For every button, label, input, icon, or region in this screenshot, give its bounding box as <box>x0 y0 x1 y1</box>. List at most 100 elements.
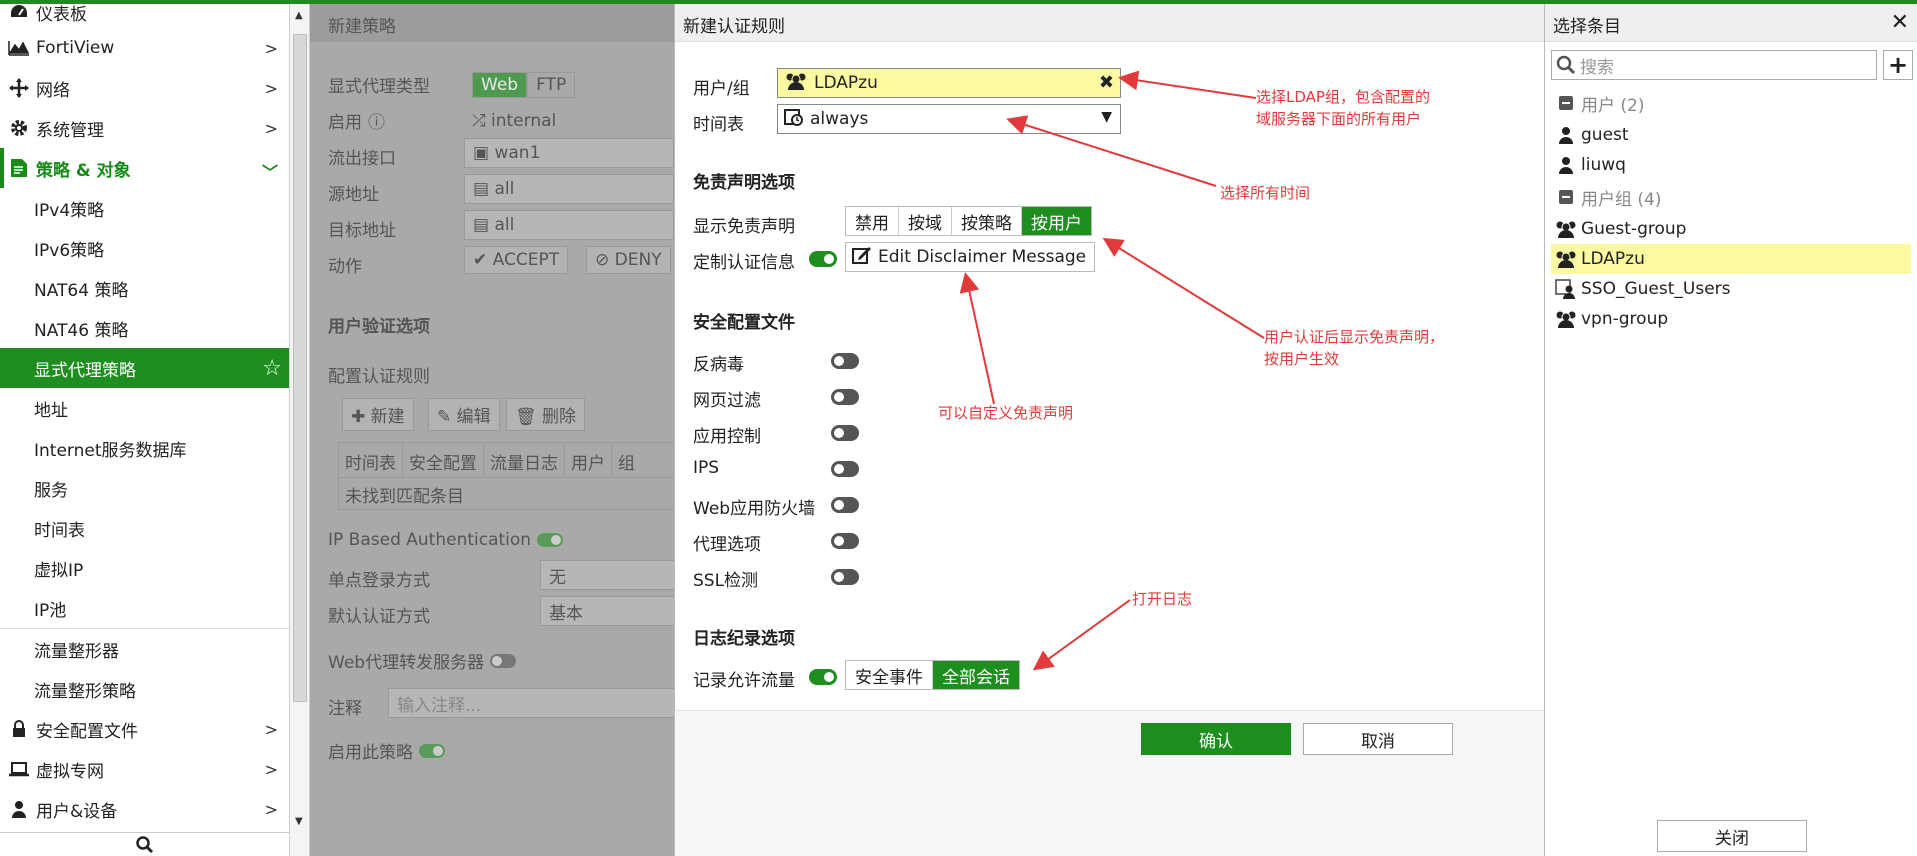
log-allowed-toggle[interactable] <box>809 669 837 685</box>
webfilter-toggle[interactable] <box>831 389 859 405</box>
accept-button[interactable]: ✔ ACCEPT <box>464 246 569 274</box>
sidebar-item-label: 时间表 <box>34 520 85 541</box>
sidebar-item-user-device[interactable]: 用户&设备 > <box>0 789 289 829</box>
security-profiles-heading: 安全配置文件 <box>693 313 795 333</box>
sidebar-item-schedules[interactable]: 时间表 <box>0 508 289 548</box>
enable-row: 启用 ⓘ ⤮ internal <box>328 108 556 134</box>
sso-select[interactable]: 无 <box>540 560 674 590</box>
users-group-header[interactable]: 用户 (2) <box>1551 88 1911 118</box>
web-forward-toggle[interactable] <box>490 653 517 668</box>
sidebar-item-explicit-proxy-policy[interactable]: 显式代理策略 ☆ <box>0 348 289 388</box>
proxy-web-option[interactable]: Web <box>472 71 528 98</box>
user-icon <box>6 800 32 818</box>
deny-button[interactable]: ⊘ DENY <box>586 246 671 274</box>
disclaimer-option-user[interactable]: 按用户 <box>1022 207 1091 235</box>
ssl-inspection-toggle[interactable] <box>831 569 859 585</box>
sidebar-item-traffic-shapers[interactable]: 流量整形器 <box>0 629 289 669</box>
list-item-label: vpn-group <box>1581 309 1669 329</box>
column-header: 安全配置 <box>403 443 484 477</box>
schedule-select[interactable]: always ▼ <box>777 104 1121 134</box>
new-rule-button[interactable]: ✚ 新建 <box>342 398 414 431</box>
list-item[interactable]: vpn-group <box>1551 304 1911 334</box>
sidebar-item-ip-pools[interactable]: IP池 <box>0 588 289 628</box>
list-item[interactable]: SSO_Guest_Users <box>1551 274 1911 304</box>
cancel-button[interactable]: 取消 <box>1303 723 1453 755</box>
list-item[interactable]: guest <box>1551 120 1911 150</box>
search-input[interactable]: 搜索 <box>1551 50 1877 80</box>
log-option-security-events[interactable]: 安全事件 <box>846 661 933 689</box>
plus-icon: + <box>1887 51 1909 79</box>
sidebar-item-traffic-shaping-policy[interactable]: 流量整形策略 <box>0 669 289 709</box>
source-field[interactable]: ▤ all <box>464 174 674 204</box>
sidebar-item-address[interactable]: 地址 <box>0 388 289 428</box>
custom-msg-toggle[interactable] <box>809 251 837 267</box>
column-header: 用户 <box>565 443 612 477</box>
star-icon[interactable]: ☆ <box>262 356 282 381</box>
sidebar-search-button[interactable] <box>0 832 289 856</box>
user-group-field[interactable]: LDAPzu ✖ <box>777 68 1121 98</box>
sidebar-item-nat64-policy[interactable]: NAT64 策略 <box>0 268 289 308</box>
edit-disclaimer-button[interactable]: Edit Disclaimer Message <box>845 242 1095 272</box>
list-item[interactable]: liuwq <box>1551 150 1911 180</box>
sidebar-item-system[interactable]: 系统管理 > <box>0 108 289 148</box>
ok-button[interactable]: 确认 <box>1141 723 1291 755</box>
proxy-type-row: 显式代理类型 Web FTP <box>328 71 576 98</box>
sidebar-item-ipv6-policy[interactable]: IPv6策略 <box>0 228 289 268</box>
destination-value: all <box>494 215 515 235</box>
edit-rule-label: 编辑 <box>456 407 491 427</box>
out-interface-field[interactable]: ▣ wan1 <box>464 138 674 168</box>
sidebar-item-dashboard[interactable]: 仪表板 <box>0 4 289 28</box>
proxy-type-toggle[interactable]: Web FTP <box>472 71 576 98</box>
users-icon <box>1551 310 1581 328</box>
delete-rule-button[interactable]: 🗑 删除 <box>506 398 585 431</box>
sidebar-item-virtual-ip[interactable]: 虚拟IP <box>0 548 289 588</box>
profile-appctrl-label: 应用控制 <box>693 427 761 447</box>
scroll-up-icon[interactable]: ▲ <box>295 10 303 21</box>
destination-row: 目标地址 <box>328 216 396 241</box>
log-option-all-sessions[interactable]: 全部会话 <box>933 661 1019 689</box>
sidebar-item-network[interactable]: 网络 > <box>0 68 289 108</box>
list-item[interactable]: Guest-group <box>1551 214 1911 244</box>
destination-field[interactable]: ▤ all <box>464 210 674 240</box>
annotation-text: 用户认证后显示免责声明， <box>1264 328 1445 346</box>
disclaimer-option-disable[interactable]: 禁用 <box>846 207 899 235</box>
user-groups-header[interactable]: 用户组 (4) <box>1551 182 1911 212</box>
cfg-rules-label: 配置认证规则 <box>328 367 430 387</box>
add-entry-button[interactable]: + <box>1883 50 1913 80</box>
default-auth-select[interactable]: 基本 <box>540 596 674 626</box>
default-auth-label: 默认认证方式 <box>328 607 430 627</box>
note-input[interactable]: 输入注释... <box>388 688 674 718</box>
chevron-down-icon: ﹀ <box>261 163 278 182</box>
sidebar: 仪表板 FortiView > 网络 > 系统管理 > 策略 & 对象 ﹀ IP… <box>0 4 290 856</box>
plus-icon: ✚ <box>351 407 366 427</box>
sidebar-item-fortiview[interactable]: FortiView > <box>0 28 289 68</box>
scroll-down-icon[interactable]: ▼ <box>295 816 303 827</box>
sidebar-item-isdb[interactable]: Internet服务数据库 <box>0 428 289 468</box>
ips-toggle[interactable] <box>831 461 859 477</box>
proxy-ftp-option[interactable]: FTP <box>527 71 576 98</box>
appctrl-toggle[interactable] <box>831 425 859 441</box>
enable-policy-toggle[interactable] <box>419 743 445 758</box>
sidebar-item-services[interactable]: 服务 <box>0 468 289 508</box>
disclaimer-option-policy[interactable]: 按策略 <box>952 207 1022 235</box>
search-placeholder: 搜索 <box>1580 57 1614 78</box>
close-button[interactable]: 关闭 <box>1657 820 1807 852</box>
sidebar-item-vpn[interactable]: 虚拟专网 > <box>0 749 289 789</box>
sidebar-item-policy-objects[interactable]: 策略 & 对象 ﹀ <box>0 148 289 188</box>
disclaimer-option-domain[interactable]: 按域 <box>899 207 952 235</box>
ip-auth-toggle[interactable] <box>537 533 564 547</box>
waf-toggle[interactable] <box>831 497 859 513</box>
chevron-right-icon: > <box>264 119 278 138</box>
proxy-options-toggle[interactable] <box>831 533 859 549</box>
list-item-selected[interactable]: LDAPzu <box>1551 244 1911 274</box>
edit-rule-button[interactable]: ✎ 编辑 <box>428 398 500 431</box>
clear-icon[interactable]: ✖ <box>1099 72 1114 93</box>
scrollbar-thumb[interactable] <box>293 34 307 702</box>
list-item-label: liuwq <box>1581 155 1626 175</box>
antivirus-toggle[interactable] <box>831 353 859 369</box>
sidebar-item-nat46-policy[interactable]: NAT46 策略 <box>0 308 289 348</box>
close-icon[interactable]: ✕ <box>1891 10 1909 35</box>
sidebar-item-security-profiles[interactable]: 安全配置文件 > <box>0 709 289 749</box>
sidebar-scrollbar[interactable]: ▲ ▼ <box>290 4 310 856</box>
sidebar-item-ipv4-policy[interactable]: IPv4策略 <box>0 188 289 228</box>
